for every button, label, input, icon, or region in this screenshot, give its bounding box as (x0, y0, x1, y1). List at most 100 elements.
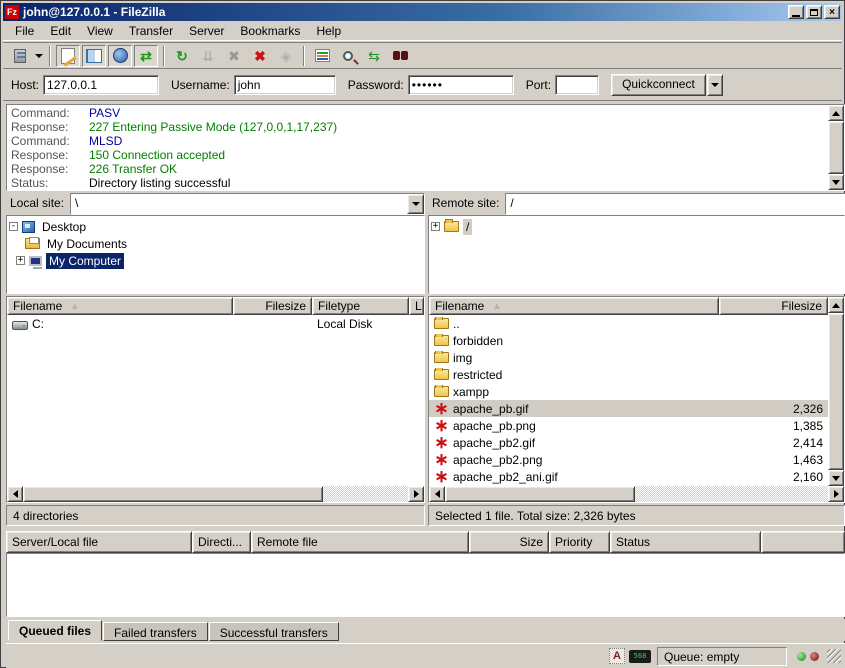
local-horizontal-scrollbar[interactable] (7, 486, 424, 502)
scroll-thumb[interactable] (445, 486, 635, 502)
find-files-button[interactable] (388, 45, 412, 67)
message-log: Command:PASV Response:227 Entering Passi… (6, 104, 845, 191)
remote-file-row[interactable]: ∗apache_pb.png 1,385 (429, 417, 828, 434)
remote-file-list: Filename ▲ Filesize .. forbidden (428, 296, 845, 503)
tab-failed-transfers[interactable]: Failed transfers (103, 622, 208, 641)
expand-icon[interactable]: + (431, 222, 440, 231)
remote-file-row[interactable]: ∗apache_pb2.png 1,463 (429, 451, 828, 468)
menu-file[interactable]: File (7, 22, 42, 40)
scroll-left-arrow[interactable] (7, 486, 23, 502)
folder-icon (434, 386, 449, 397)
tree-item-label[interactable]: Desktop (39, 219, 89, 235)
minimize-icon (792, 15, 800, 17)
chevron-down-icon (35, 54, 43, 58)
scroll-up-arrow[interactable] (828, 297, 844, 313)
scroll-right-arrow[interactable] (828, 486, 844, 502)
column-header-priority[interactable]: Priority (549, 531, 610, 553)
cancel-icon: ✖ (228, 49, 240, 63)
column-header-server-local-file[interactable]: Server/Local file (6, 531, 192, 553)
synchronized-browsing-button[interactable]: ⇆ (362, 45, 386, 67)
column-header-status[interactable]: Status (610, 531, 761, 553)
tab-queued-files[interactable]: Queued files (8, 620, 102, 641)
scroll-down-arrow[interactable] (828, 174, 844, 190)
column-header-size[interactable]: Size (469, 531, 549, 553)
scroll-left-arrow[interactable] (429, 486, 445, 502)
local-site-combo[interactable]: \ (70, 193, 425, 215)
scroll-up-arrow[interactable] (828, 105, 844, 121)
remote-vertical-scrollbar[interactable] (828, 297, 844, 486)
disconnect-button[interactable]: ✖ (248, 45, 272, 67)
toggle-queue-button[interactable]: ⇄ (134, 45, 158, 67)
host-input[interactable]: 127.0.0.1 (43, 75, 159, 95)
resize-grip[interactable] (827, 649, 841, 663)
refresh-button[interactable]: ↻ (170, 45, 194, 67)
scroll-thumb[interactable] (828, 313, 844, 470)
scroll-thumb[interactable] (828, 121, 844, 174)
scroll-right-arrow[interactable] (408, 486, 424, 502)
menu-transfer[interactable]: Transfer (121, 22, 181, 40)
tree-item-my-documents[interactable]: My Documents (9, 235, 422, 252)
remote-site-value[interactable]: / (506, 194, 845, 214)
column-header-filename[interactable]: Filename ▲ (429, 297, 719, 315)
collapse-icon[interactable]: - (9, 222, 18, 231)
remote-file-row[interactable]: ∗apache_pb2_ani.gif 2,160 (429, 468, 828, 485)
scroll-down-arrow[interactable] (828, 470, 844, 486)
remote-file-row[interactable]: xampp (429, 383, 828, 400)
toggle-remote-tree-button[interactable] (108, 45, 132, 67)
column-header-filesize[interactable]: Filesize (719, 297, 828, 315)
toggle-message-log-button[interactable] (56, 45, 80, 67)
toggle-local-tree-button[interactable] (82, 45, 106, 67)
directory-comparison-button[interactable] (336, 45, 360, 67)
column-header-filesize[interactable]: Filesize (233, 297, 312, 315)
close-button[interactable]: × (824, 5, 840, 19)
scroll-thumb[interactable] (23, 486, 323, 502)
tree-item-my-computer[interactable]: + My Computer (9, 252, 422, 269)
remote-file-row[interactable]: img (429, 349, 828, 366)
remote-site-bar: Remote site: / (428, 193, 845, 215)
local-site-value[interactable]: \ (71, 194, 407, 214)
menu-help[interactable]: Help (308, 22, 349, 40)
tree-item-desktop[interactable]: - Desktop (9, 218, 422, 235)
filter-button[interactable] (310, 45, 334, 67)
process-queue-button[interactable]: ⇊ (196, 45, 220, 67)
toolbar-separator (49, 46, 51, 66)
tree-item-label[interactable]: My Documents (44, 236, 130, 252)
queue-tabstrip: Queued files Failed transfers Successful… (6, 619, 845, 641)
remote-file-row-selected[interactable]: ∗apache_pb.gif 2,326 (429, 400, 828, 417)
local-site-dropdown[interactable] (407, 194, 424, 214)
tree-item-label[interactable]: My Computer (46, 253, 124, 269)
menu-view[interactable]: View (79, 22, 121, 40)
local-site-bar: Local site: \ (6, 193, 425, 215)
tree-item-root[interactable]: + / (431, 218, 842, 235)
minimize-button[interactable] (788, 5, 804, 19)
remote-file-row[interactable]: forbidden (429, 332, 828, 349)
expand-icon[interactable]: + (16, 256, 25, 265)
remote-file-row[interactable]: restricted (429, 366, 828, 383)
maximize-button[interactable] (806, 5, 822, 19)
site-manager-button[interactable] (8, 45, 32, 67)
local-file-row[interactable]: C: Local Disk (7, 315, 424, 332)
column-header-filename[interactable]: Filename ▲ (7, 297, 233, 315)
remote-site-combo[interactable]: / (505, 193, 845, 215)
cancel-button[interactable]: ✖ (222, 45, 246, 67)
menu-server[interactable]: Server (181, 22, 232, 40)
remote-file-row[interactable]: ∗apache_pb2.gif 2,414 (429, 434, 828, 451)
column-header-direction[interactable]: Directi... (192, 531, 251, 553)
tab-successful-transfers[interactable]: Successful transfers (209, 622, 339, 641)
site-manager-dropdown[interactable] (33, 45, 45, 67)
reconnect-button[interactable]: ◈ (274, 45, 298, 67)
menu-edit[interactable]: Edit (42, 22, 79, 40)
quickconnect-button[interactable]: Quickconnect (611, 74, 706, 96)
remote-horizontal-scrollbar[interactable] (429, 486, 844, 502)
menu-bookmarks[interactable]: Bookmarks (232, 22, 308, 40)
remote-file-row[interactable]: .. (429, 315, 828, 332)
log-vertical-scrollbar[interactable] (828, 105, 844, 190)
quickconnect-dropdown[interactable] (707, 74, 723, 96)
username-input[interactable]: john (234, 75, 336, 95)
column-header-filetype[interactable]: Filetype (312, 297, 409, 315)
tree-item-label[interactable]: / (463, 219, 472, 235)
column-header-remote-file[interactable]: Remote file (251, 531, 469, 553)
password-input[interactable]: •••••• (408, 75, 514, 95)
port-input[interactable] (555, 75, 599, 95)
column-header-lastmodified[interactable]: L (409, 297, 424, 315)
